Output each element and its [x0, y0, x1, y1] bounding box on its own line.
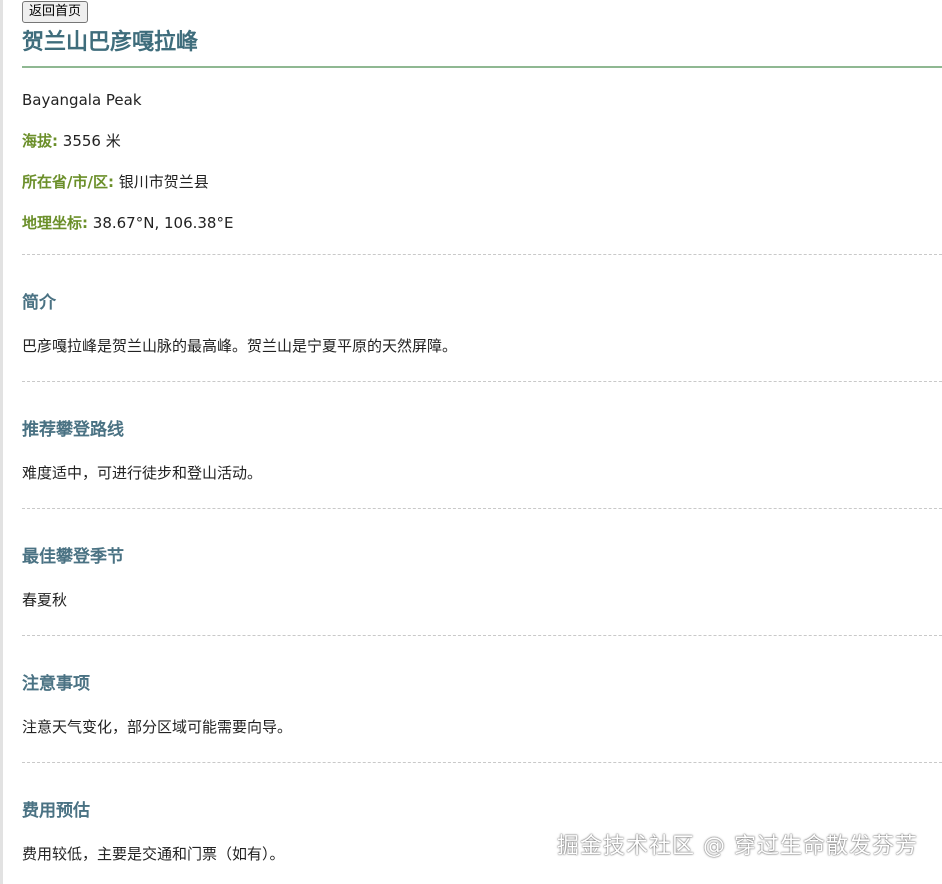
watermark: 掘金技术社区 @ 穿过生命散发芬芳 — [557, 834, 918, 859]
coords-row: 地理坐标: 38.67°N, 106.38°E — [22, 213, 942, 254]
section-heading: 费用预估 — [22, 801, 90, 821]
altitude-value: 3556 米 — [62, 132, 121, 150]
section-heading: 最佳攀登季节 — [22, 547, 124, 567]
english-name: Bayangala Peak — [22, 91, 142, 109]
page-title: 贺兰山巴彦嘎拉峰 — [22, 30, 199, 55]
section-text: 难度适中，可进行徒步和登山活动。 — [22, 464, 263, 482]
coords-label: 地理坐标: — [22, 214, 88, 232]
peak-info: Bayangala Peak 海拔: 3556 米 所在省/市/区: 银川市贺兰… — [22, 90, 942, 254]
location-value: 银川市贺兰县 — [118, 173, 209, 191]
section-text: 巴彦嘎拉峰是贺兰山脉的最高峰。贺兰山是宁夏平原的天然屏障。 — [22, 337, 458, 355]
location-row: 所在省/市/区: 银川市贺兰县 — [22, 172, 942, 213]
altitude-row: 海拔: 3556 米 — [22, 131, 942, 172]
section-intro: 简介 巴彦嘎拉峰是贺兰山脉的最高峰。贺兰山是宁夏平原的天然屏障。 — [22, 255, 942, 381]
section-season: 最佳攀登季节 春夏秋 — [22, 509, 942, 635]
section-text: 春夏秋 — [22, 591, 68, 609]
location-label: 所在省/市/区: — [22, 173, 114, 191]
section-heading: 推荐攀登路线 — [22, 420, 124, 440]
section-text: 注意天气变化，部分区域可能需要向导。 — [22, 718, 293, 736]
title-divider — [22, 66, 942, 68]
section-cost: 费用预估 费用较低，主要是交通和门票（如有）。 — [22, 763, 942, 884]
back-home-button[interactable]: 返回首页 — [22, 1, 89, 23]
section-heading: 简介 — [22, 293, 56, 313]
section-routes: 推荐攀登路线 难度适中，可进行徒步和登山活动。 — [22, 382, 942, 508]
coords-value: 38.67°N, 106.38°E — [92, 214, 234, 232]
page-content: 返回首页 贺兰山巴彦嘎拉峰 Bayangala Peak 海拔: 3556 米 … — [22, 0, 942, 884]
section-notes: 注意事项 注意天气变化，部分区域可能需要向导。 — [22, 636, 942, 762]
section-text: 费用较低，主要是交通和门票（如有）。 — [22, 845, 285, 863]
section-heading: 注意事项 — [22, 674, 90, 694]
altitude-label: 海拔: — [22, 132, 58, 150]
left-border — [0, 0, 3, 884]
